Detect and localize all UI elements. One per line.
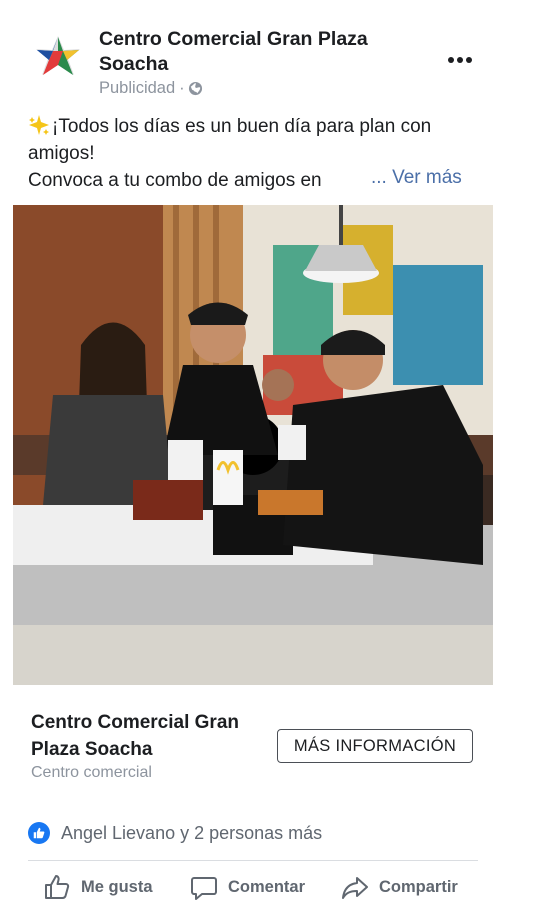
cta-area: Centro Comercial Gran Plaza Soacha Centr… xyxy=(0,686,534,806)
page-name[interactable]: Centro Comercial Gran Plaza Soacha xyxy=(99,27,419,77)
post-header: Centro Comercial Gran Plaza Soacha Publi… xyxy=(0,0,534,110)
action-bar: Me gusta Comentar Compartir xyxy=(28,870,478,904)
share-button[interactable]: Compartir xyxy=(341,870,458,904)
post-photo[interactable] xyxy=(13,205,493,685)
more-dot xyxy=(466,57,472,63)
like-reaction-icon xyxy=(28,822,50,844)
more-info-button[interactable]: MÁS INFORMACIÓN xyxy=(277,729,473,763)
more-options-button[interactable] xyxy=(442,48,478,72)
sponsored-label[interactable]: Publicidad xyxy=(99,79,175,98)
see-more-link[interactable]: ... Ver más xyxy=(371,167,462,189)
caption-line-2: amigos! xyxy=(28,143,95,164)
globe-icon xyxy=(188,81,202,96)
reactions-summary[interactable]: Angel Lievano y 2 personas más xyxy=(28,822,322,844)
like-button[interactable]: Me gusta xyxy=(43,870,153,904)
thumbs-up-outline-icon xyxy=(45,875,70,899)
brand-logo[interactable] xyxy=(33,35,83,77)
comment-button[interactable]: Comentar xyxy=(190,870,305,904)
cta-title[interactable]: Centro Comercial Gran Plaza Soacha xyxy=(31,709,271,763)
cta-subtitle: Centro comercial xyxy=(31,764,152,781)
thumbs-up-icon xyxy=(33,827,45,839)
like-label: Me gusta xyxy=(81,877,153,896)
share-icon xyxy=(342,877,368,899)
comment-icon xyxy=(191,877,217,900)
action-divider xyxy=(28,860,478,861)
sparkle-emoji-icon xyxy=(29,115,49,135)
comment-label: Comentar xyxy=(228,877,306,896)
caption-line-1: ¡Todos los días es un buen día para plan… xyxy=(52,116,432,137)
more-dot xyxy=(448,57,454,63)
meta-separator: · xyxy=(179,79,185,97)
share-label: Compartir xyxy=(379,877,458,896)
reactions-text[interactable]: Angel Lievano y 2 personas más xyxy=(61,823,322,844)
post-meta: Publicidad · xyxy=(99,79,203,98)
more-dot xyxy=(457,57,463,63)
